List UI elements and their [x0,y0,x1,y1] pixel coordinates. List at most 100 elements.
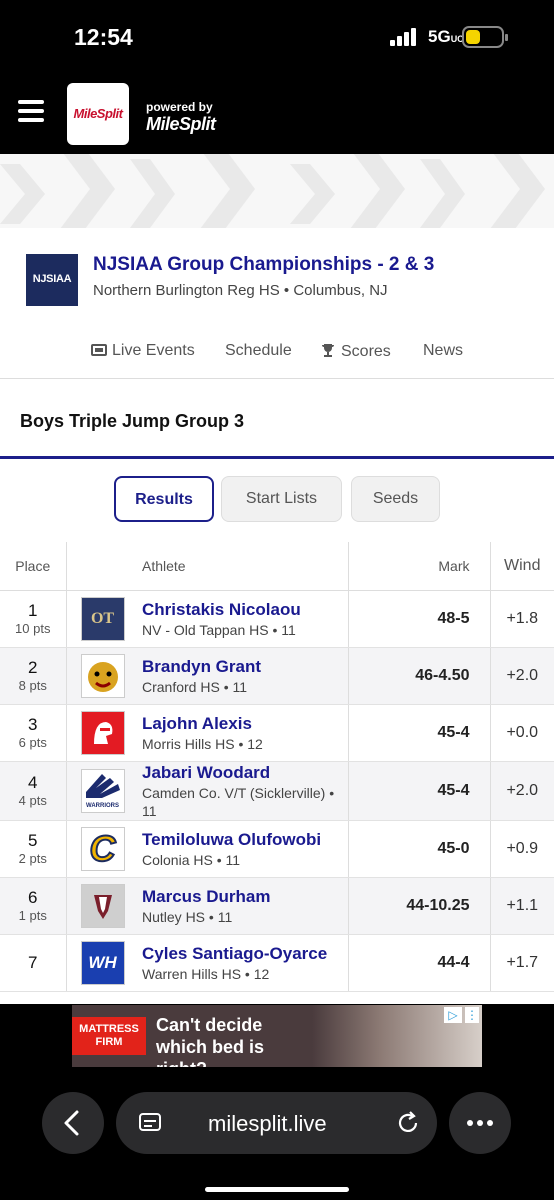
place-number: 4 [28,773,38,792]
header-place: Place [0,542,67,591]
table-row[interactable]: 52 pts C Temiloluwa Olufowobi Colonia HS … [0,820,554,878]
home-indicator [205,1187,349,1192]
table-row[interactable]: 61 pts Marcus Durham Nutley HS • 11 44-10… [0,877,554,935]
logo-text: MileSplit [73,106,123,121]
athlete-name-link[interactable]: Christakis Nicolaou [142,599,348,621]
place-cell: 7 [0,934,67,992]
team-logo-icon[interactable]: WARRIORS [80,768,125,813]
live-icon [91,344,107,356]
results-header-row: Place Athlete Mark Wind [0,542,554,591]
status-time: 12:54 [74,24,133,50]
team-logo-icon[interactable]: OT [80,596,125,641]
team-logo-icon[interactable]: C [80,826,125,871]
results-table: Place Athlete Mark Wind 1 10 pts OT Chris… [0,542,554,992]
school-grade: Cranford HS • 11 [142,678,248,695]
decorative-banner [0,154,554,228]
athlete-cell: Brandyn Grant Cranford HS • 11 [142,647,349,705]
athlete-cell: Christakis Nicolaou NV - Old Tappan HS • … [142,590,349,648]
event-title: Boys Triple Jump Group 3 [20,411,245,431]
header-mark: Mark [348,542,491,591]
tab-results[interactable]: Results [114,476,214,522]
meet-title[interactable]: NJSIAA Group Championships - 2 & 3 [93,254,434,276]
points: 8 pts [18,678,47,693]
subnav-scores[interactable]: Scores [320,342,391,361]
mark-value: 44-10.25 [406,896,470,914]
subnav-news[interactable]: News [423,342,463,360]
njsiaa-logo: NJSIAA [26,254,78,306]
team-logo-icon[interactable] [80,710,125,755]
points: 2 pts [18,851,47,866]
adchoices-icon[interactable]: ▷ [444,1007,462,1023]
place-number: 6 [28,888,38,907]
athlete-name-link[interactable]: Temiloluwa Olufowobi [142,829,348,851]
tab-seeds[interactable]: Seeds [351,476,440,522]
athlete-cell: Cyles Santiago-Oyarce Warren Hills HS • 1… [142,934,349,992]
trophy-icon [322,344,334,357]
place-cell: 52 pts [0,820,67,878]
athlete-name-link[interactable]: Lajohn Alexis [142,713,348,735]
table-row[interactable]: 36 pts Lajohn Alexis Morris Hills HS • 12… [0,704,554,762]
place-cell: 44 pts [0,761,67,821]
place-number: 5 [28,831,38,850]
place-number: 2 [28,658,38,677]
status-bar: 12:54 5GUC [0,0,554,76]
back-button[interactable] [42,1092,104,1154]
place-cell: 28 pts [0,647,67,705]
mark-value: 44-4 [437,953,470,971]
tab-start-lists[interactable]: Start Lists [221,476,342,522]
mark-value: 48-5 [437,609,470,627]
signal-icon [390,28,420,46]
school-grade: Nutley HS • 11 [142,908,233,925]
athlete-name-link[interactable]: Cyles Santiago-Oyarce [142,943,348,965]
athlete-name-link[interactable]: Jabari Woodard [142,762,348,784]
athlete-cell: Lajohn Alexis Morris Hills HS • 12 [142,704,349,762]
school-grade: Morris Hills HS • 12 [142,735,263,752]
mark-value: 45-0 [437,839,470,857]
points: 4 pts [18,793,47,808]
top-navigation: MileSplit powered by MileSplit [0,76,554,154]
subnav-schedule[interactable]: Schedule [225,342,292,360]
address-bar[interactable]: milesplit.live [116,1092,437,1154]
table-row[interactable]: 1 10 pts OT Christakis Nicolaou NV - Old T… [0,590,554,648]
header-logo [66,542,142,591]
tabs-icon[interactable] [136,1092,166,1154]
ad-menu-icon[interactable]: ⋮ [465,1007,479,1023]
athlete-cell: Temiloluwa Olufowobi Colonia HS • 11 [142,820,349,878]
wind-value: +1.1 [506,896,539,914]
school-grade: Camden Co. V/T (Sicklerville) • 11 [142,784,335,819]
ad-brand-logo: MATTRESS FIRM [72,1017,146,1055]
header-wind: Wind [490,542,554,591]
chevron-pattern [0,154,545,228]
url-text[interactable]: milesplit.live [208,1111,327,1137]
mark-value: 45-4 [437,781,470,799]
menu-icon[interactable] [18,100,44,122]
team-logo-icon[interactable]: WH [80,940,125,985]
athlete-cell: Marcus Durham Nutley HS • 11 [142,877,349,935]
meet-location: Northern Burlington Reg HS • Columbus, N… [93,282,388,299]
app-root: 12:54 5GUC MileSplit powered by MileSpli… [0,0,554,1200]
subnav-live-events[interactable]: Live Events [91,342,195,360]
athlete-name-link[interactable]: Marcus Durham [142,886,348,908]
wind-value: +0.0 [506,723,539,741]
team-logo-icon[interactable] [80,653,125,698]
points: 6 pts [18,735,47,750]
powered-by-logo: MileSplit [146,114,216,134]
more-button[interactable] [449,1092,511,1154]
event-title-rule [0,456,554,459]
wind-value: +0.9 [506,839,539,857]
ad-banner[interactable]: MATTRESS FIRM Can't decide which bed is … [72,1005,482,1067]
team-logo-icon[interactable] [80,883,125,928]
athlete-name-link[interactable]: Brandyn Grant [142,656,348,678]
divider [0,378,554,379]
table-row[interactable]: 44 pts WARRIORS Jabari Woodard Camden Co.… [0,761,554,821]
school-grade: NV - Old Tappan HS • 11 [142,621,296,638]
table-row[interactable]: 28 pts Brandyn Grant Cranford HS • 11 46-… [0,647,554,705]
milesplit-logo[interactable]: MileSplit [67,83,129,145]
school-grade: Warren Hills HS • 12 [142,965,270,982]
reload-icon[interactable] [394,1092,424,1154]
header-athlete: Athlete [142,542,349,591]
place-number: 7 [28,952,38,972]
wind-value: +1.7 [506,953,539,971]
table-row[interactable]: 7 WH Cyles Santiago-Oyarce Warren Hills H… [0,934,554,992]
mark-value: 46-4.50 [415,666,470,684]
